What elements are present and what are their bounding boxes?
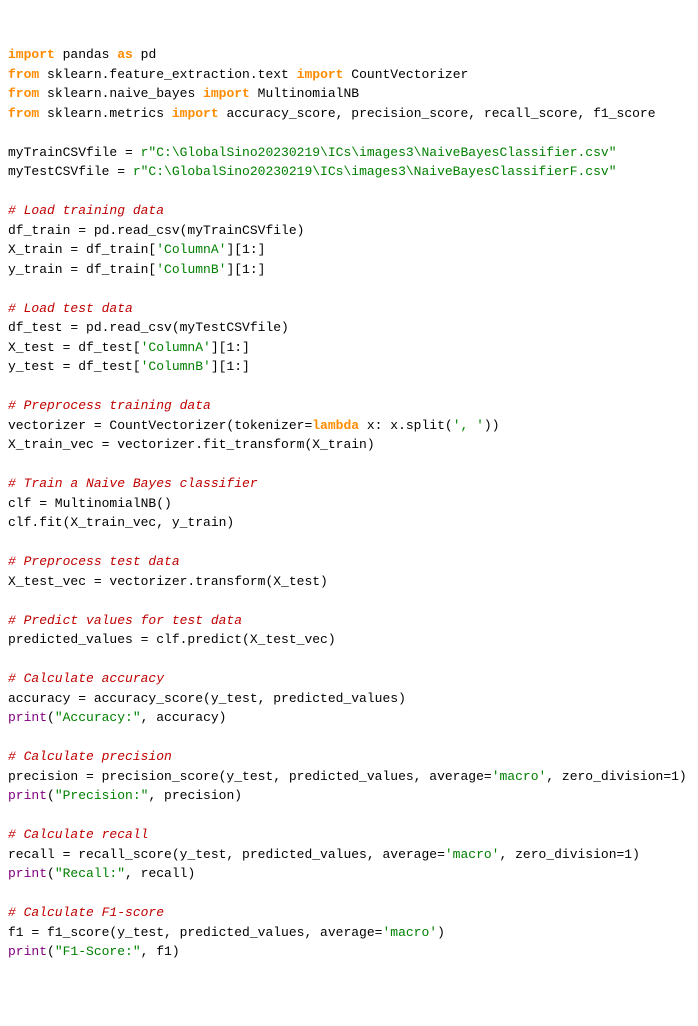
- text: myTrainCSVfile =: [8, 145, 141, 160]
- comment: # Load test data: [8, 301, 133, 316]
- comment: # Calculate F1-score: [8, 905, 164, 920]
- function: print: [8, 944, 47, 959]
- text: pandas: [55, 47, 117, 62]
- text: f1 = f1_score(y_test, predicted_values, …: [8, 925, 382, 940]
- function: print: [8, 710, 47, 725]
- text: clf = MultinomialNB(): [8, 496, 172, 511]
- text: vectorizer = CountVectorizer(tokenizer=: [8, 418, 312, 433]
- text: sklearn.naive_bayes: [39, 86, 203, 101]
- text: sklearn.feature_extraction.text: [39, 67, 296, 82]
- comment: # Load training data: [8, 203, 164, 218]
- text: y_test = df_test[: [8, 359, 141, 374]
- keyword: import: [8, 47, 55, 62]
- text: MultinomialNB: [250, 86, 359, 101]
- keyword: from: [8, 106, 39, 121]
- comment: # Calculate precision: [8, 749, 172, 764]
- text: ][1:]: [211, 359, 250, 374]
- text: ][1:]: [226, 242, 265, 257]
- text: )): [484, 418, 500, 433]
- string: r"C:\GlobalSino20230219\ICs\images3\Naiv…: [141, 145, 617, 160]
- text: (: [47, 788, 55, 803]
- comment: # Train a Naive Bayes classifier: [8, 476, 258, 491]
- text: , accuracy): [141, 710, 227, 725]
- text: , recall): [125, 866, 195, 881]
- text: y_train = df_train[: [8, 262, 156, 277]
- text: df_train = pd.read_csv(myTrainCSVfile): [8, 223, 304, 238]
- string: 'macro': [492, 769, 547, 784]
- text: (: [47, 944, 55, 959]
- keyword: import: [172, 106, 219, 121]
- text: myTestCSVfile =: [8, 164, 133, 179]
- text: recall = recall_score(y_test, predicted_…: [8, 847, 445, 862]
- text: , precision): [148, 788, 242, 803]
- code-block: import pandas as pd from sklearn.feature…: [8, 45, 690, 962]
- string: "F1-Score:": [55, 944, 141, 959]
- text: accuracy = accuracy_score(y_test, predic…: [8, 691, 406, 706]
- comment: # Calculate accuracy: [8, 671, 164, 686]
- function: print: [8, 788, 47, 803]
- string: "Recall:": [55, 866, 125, 881]
- text: clf.fit(X_train_vec, y_train): [8, 515, 234, 530]
- string: 'ColumnB': [156, 262, 226, 277]
- keyword: as: [117, 47, 133, 62]
- text: sklearn.metrics: [39, 106, 172, 121]
- string: r"C:\GlobalSino20230219\ICs\images3\Naiv…: [133, 164, 617, 179]
- comment: # Predict values for test data: [8, 613, 242, 628]
- comment: # Preprocess training data: [8, 398, 211, 413]
- function: print: [8, 866, 47, 881]
- text: x: x.split(: [359, 418, 453, 433]
- text: X_test_vec = vectorizer.transform(X_test…: [8, 574, 328, 589]
- text: (: [47, 710, 55, 725]
- text: , zero_division=1): [499, 847, 639, 862]
- string: "Precision:": [55, 788, 149, 803]
- text: X_train_vec = vectorizer.fit_transform(X…: [8, 437, 375, 452]
- keyword: from: [8, 67, 39, 82]
- text: ][1:]: [226, 262, 265, 277]
- keyword: import: [203, 86, 250, 101]
- string: 'macro': [445, 847, 500, 862]
- keyword: lambda: [312, 418, 359, 433]
- text: df_test = pd.read_csv(myTestCSVfile): [8, 320, 289, 335]
- string: 'macro': [382, 925, 437, 940]
- string: 'ColumnA': [141, 340, 211, 355]
- text: CountVectorizer: [343, 67, 468, 82]
- string: 'ColumnB': [141, 359, 211, 374]
- text: , f1): [141, 944, 180, 959]
- text: predicted_values = clf.predict(X_test_ve…: [8, 632, 336, 647]
- comment: # Calculate recall: [8, 827, 148, 842]
- text: accuracy_score, precision_score, recall_…: [219, 106, 656, 121]
- text: X_train = df_train[: [8, 242, 156, 257]
- keyword: from: [8, 86, 39, 101]
- string: "Accuracy:": [55, 710, 141, 725]
- string: ', ': [453, 418, 484, 433]
- text: pd: [133, 47, 156, 62]
- text: ][1:]: [211, 340, 250, 355]
- string: 'ColumnA': [156, 242, 226, 257]
- text: X_test = df_test[: [8, 340, 141, 355]
- comment: # Preprocess test data: [8, 554, 180, 569]
- keyword: import: [297, 67, 344, 82]
- text: ): [437, 925, 445, 940]
- text: (: [47, 866, 55, 881]
- text: precision = precision_score(y_test, pred…: [8, 769, 492, 784]
- text: , zero_division=1): [546, 769, 686, 784]
